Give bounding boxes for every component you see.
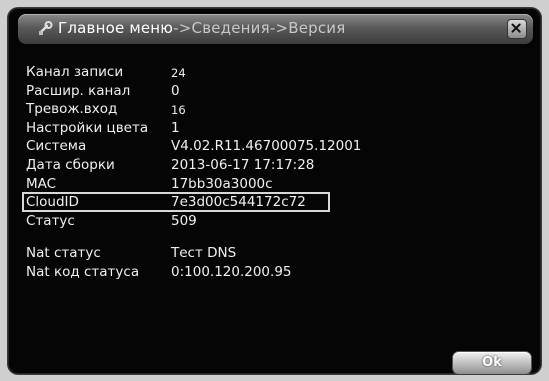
info-row-system: Система V4.02.R11.46700075.12001 [26, 138, 526, 157]
ok-button[interactable]: Ok [453, 352, 531, 374]
close-icon [511, 23, 521, 33]
info-row-extra-channels: Расшир. канал 0 [26, 83, 526, 102]
info-value: 24 [171, 66, 186, 80]
settings-icon [39, 21, 53, 35]
info-list: Канал записи 24 Расшир. канал 0 Тревож.в… [22, 64, 526, 283]
window-title: Главное меню->Сведения->Версия [58, 19, 345, 37]
info-value: Тест DNS [171, 245, 237, 262]
info-label: CloudID [26, 194, 79, 211]
title-current: Главное меню [58, 19, 174, 37]
info-value: 7e3d00c544172c72 [171, 194, 306, 211]
info-value: 0:100.120.200.95 [171, 263, 292, 280]
title-path: ->Сведения->Версия [173, 19, 346, 37]
info-row-nat-code: Nat код статуса 0:100.120.200.95 [26, 264, 526, 283]
info-label: Статус [26, 212, 75, 229]
info-value: 0 [171, 82, 180, 99]
info-label: Настройки цвета [26, 119, 149, 136]
info-row-status: Статус 509 [26, 213, 526, 232]
version-dialog: Главное меню->Сведения->Версия Канал зап… [8, 8, 541, 374]
close-button[interactable] [507, 19, 527, 39]
info-row-nat-status: Nat статус Тест DNS [26, 245, 526, 264]
info-label: Nat статус [26, 245, 101, 262]
info-label: Расшир. канал [26, 82, 131, 99]
info-row-cloud-id: CloudID 7e3d00c544172c72 [22, 192, 526, 213]
info-row-record-channels: Канал записи 24 [26, 64, 526, 83]
info-row-build-date: Дата сборки 2013-06-17 17:17:28 [26, 157, 526, 176]
info-value: 16 [171, 103, 186, 118]
info-value: 2013-06-17 17:17:28 [171, 156, 315, 173]
info-label: Nat код статуса [26, 263, 140, 280]
info-label: Тревож.вход [26, 101, 118, 118]
info-row-alarm-inputs: Тревож.вход 16 [26, 101, 526, 120]
screen-background: Главное меню->Сведения->Версия Канал зап… [0, 0, 549, 381]
info-row-color-settings: Настройки цвета 1 [26, 120, 526, 139]
info-value: 1 [171, 119, 180, 136]
title-bar: Главное меню->Сведения->Версия [18, 14, 533, 44]
info-value: 17bb30a3000c [171, 175, 273, 192]
info-value: V4.02.R11.46700075.12001 [171, 138, 362, 155]
info-value: 509 [171, 212, 197, 229]
info-label: Система [26, 138, 87, 155]
info-label: MAC [26, 175, 57, 192]
info-label: Канал записи [26, 64, 124, 80]
info-label: Дата сборки [26, 156, 115, 173]
